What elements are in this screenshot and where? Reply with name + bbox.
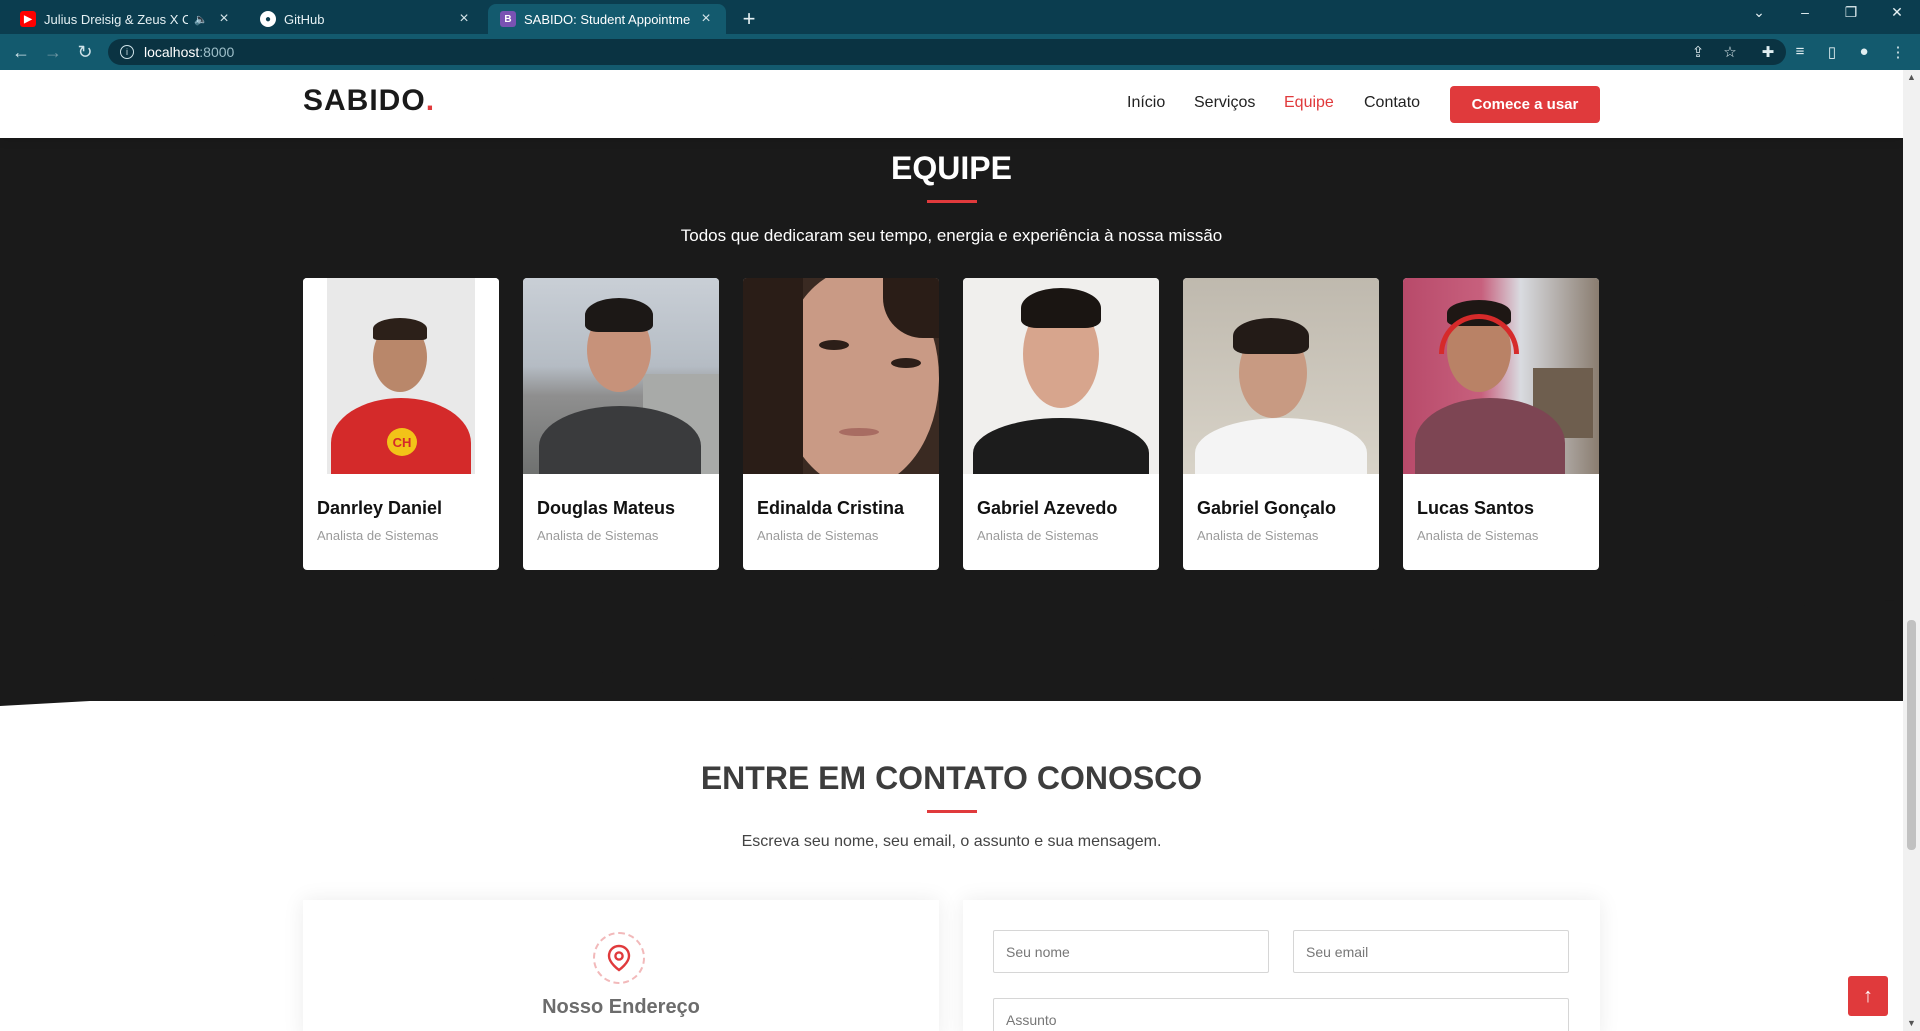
- team-member-card: CH Danrley Daniel Analista de Sistemas: [303, 278, 499, 570]
- map-pin-icon: [593, 932, 645, 984]
- browser-tab-bar: ▶ Julius Dreisig & Zeus X Crona 🔈 × ● Gi…: [0, 0, 1920, 34]
- browser-toolbar: ← → ↻ i localhost:8000 ⇪ ☆ ✚ ≡ ▯ ● ⋮: [0, 34, 1920, 70]
- tab-title: Julius Dreisig & Zeus X Crona: [44, 11, 189, 27]
- bookmark-star-icon[interactable]: ☆: [1720, 43, 1740, 61]
- member-photo: CH: [303, 278, 499, 474]
- scrollbar-thumb[interactable]: [1907, 620, 1916, 850]
- member-name: Edinalda Cristina: [757, 498, 905, 518]
- forward-icon[interactable]: →: [42, 42, 64, 63]
- nav-inicio[interactable]: Início: [1127, 94, 1165, 112]
- section-divider-slant: [0, 600, 1903, 706]
- restore-icon[interactable]: ❐: [1836, 4, 1866, 21]
- member-name: Douglas Mateus: [537, 498, 676, 518]
- close-tab-icon[interactable]: ×: [216, 10, 232, 28]
- member-role: Analista de Sistemas: [757, 528, 879, 543]
- site-info-icon[interactable]: i: [120, 45, 134, 59]
- address-title: Nosso Endereço: [542, 996, 700, 1018]
- nav-servicos[interactable]: Serviços: [1194, 94, 1255, 112]
- tab-search-icon[interactable]: ⌄: [1744, 4, 1774, 21]
- contact-title: ENTRE EM CONTATO CONOSCO: [700, 760, 1203, 796]
- address-panel: Nosso Endereço: [303, 900, 939, 1031]
- bootstrap-icon: B: [500, 11, 516, 27]
- member-role: Analista de Sistemas: [977, 528, 1099, 543]
- team-member-card: Gabriel Azevedo Analista de Sistemas: [963, 278, 1159, 570]
- browser-tab-github[interactable]: ● GitHub ×: [248, 4, 484, 34]
- profile-icon[interactable]: ●: [1854, 43, 1874, 60]
- member-name: Gabriel Azevedo: [977, 498, 1118, 518]
- back-to-top-button[interactable]: ↑: [1848, 976, 1888, 1016]
- side-panel-icon[interactable]: ▯: [1822, 43, 1842, 61]
- member-photo: [963, 278, 1159, 474]
- team-member-card: Lucas Santos Analista de Sistemas: [1403, 278, 1599, 570]
- team-title: EQUIPE: [891, 150, 1012, 186]
- arrow-up-icon: ↑: [1863, 984, 1873, 1007]
- page-viewport: SABIDO. Início Serviços Equipe Contato C…: [0, 70, 1903, 1031]
- browser-tab-sabido[interactable]: B SABIDO: Student Appointment B ×: [488, 4, 726, 34]
- browser-tab-youtube[interactable]: ▶ Julius Dreisig & Zeus X Crona 🔈 ×: [8, 4, 244, 34]
- tab-title: GitHub: [284, 11, 325, 27]
- subject-input[interactable]: Assunto: [993, 998, 1569, 1031]
- site-logo[interactable]: SABIDO.: [303, 84, 435, 118]
- member-role: Analista de Sistemas: [317, 528, 439, 543]
- menu-icon[interactable]: ⋮: [1888, 43, 1908, 61]
- team-member-card: Douglas Mateus Analista de Sistemas: [523, 278, 719, 570]
- minimize-icon[interactable]: –: [1790, 4, 1820, 20]
- member-photo: [743, 278, 939, 474]
- team-member-card: Gabriel Gonçalo Analista de Sistemas: [1183, 278, 1379, 570]
- address-bar[interactable]: i localhost:8000: [108, 39, 1786, 65]
- url-port: :8000: [199, 44, 235, 60]
- member-name: Danrley Daniel: [317, 498, 443, 518]
- nav-contato[interactable]: Contato: [1364, 94, 1420, 112]
- reload-icon[interactable]: ↻: [74, 42, 96, 63]
- contact-form: Seu nome Seu email Assunto: [963, 900, 1600, 1031]
- youtube-icon: ▶: [20, 11, 36, 27]
- tab-title: SABIDO: Student Appointment B: [524, 11, 690, 27]
- back-icon[interactable]: ←: [10, 42, 32, 63]
- member-photo: [1403, 278, 1599, 474]
- get-started-button[interactable]: Comece a usar: [1450, 86, 1600, 123]
- team-subtitle: Todos que dedicaram seu tempo, energia e…: [680, 226, 1223, 245]
- close-tab-icon[interactable]: ×: [456, 10, 472, 28]
- reading-list-icon[interactable]: ≡: [1790, 43, 1810, 60]
- member-role: Analista de Sistemas: [1417, 528, 1539, 543]
- page-scrollbar[interactable]: ▲ ▼: [1903, 70, 1920, 1031]
- member-photo: [1183, 278, 1379, 474]
- member-photo: [523, 278, 719, 474]
- member-name: Gabriel Gonçalo: [1197, 498, 1337, 518]
- close-window-icon[interactable]: ✕: [1882, 4, 1912, 21]
- member-name: Lucas Santos: [1417, 498, 1535, 518]
- url-host: localhost: [144, 44, 200, 60]
- contact-subtitle: Escreva seu nome, seu email, o assunto e…: [741, 833, 1162, 850]
- speaker-icon[interactable]: 🔈: [194, 13, 208, 26]
- github-icon: ●: [260, 11, 276, 27]
- close-tab-icon[interactable]: ×: [698, 10, 714, 28]
- extensions-icon[interactable]: ✚: [1758, 43, 1778, 61]
- title-underline: [927, 810, 977, 813]
- team-member-card: Edinalda Cristina Analista de Sistemas: [743, 278, 939, 570]
- site-header: SABIDO. Início Serviços Equipe Contato C…: [0, 70, 1903, 138]
- scroll-down-icon[interactable]: ▼: [1903, 1018, 1920, 1028]
- nav-equipe[interactable]: Equipe: [1284, 94, 1334, 112]
- member-role: Analista de Sistemas: [1197, 528, 1319, 543]
- scroll-up-icon[interactable]: ▲: [1903, 72, 1920, 82]
- share-icon[interactable]: ⇪: [1688, 43, 1708, 61]
- new-tab-icon[interactable]: +: [737, 6, 761, 32]
- title-underline: [927, 200, 977, 203]
- name-input[interactable]: Seu nome: [993, 930, 1269, 973]
- member-role: Analista de Sistemas: [537, 528, 659, 543]
- email-input[interactable]: Seu email: [1293, 930, 1569, 973]
